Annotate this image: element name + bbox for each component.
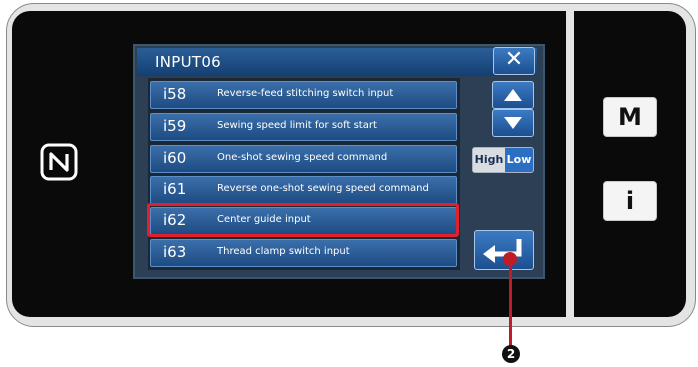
item-name: Thread clamp switch input [217, 246, 350, 257]
dialog-title: INPUT06 [155, 53, 222, 71]
list-item[interactable]: i63 Thread clamp switch input [150, 239, 457, 267]
item-name: Reverse one-shot sewing speed command [217, 183, 429, 194]
menu-button[interactable]: M [603, 97, 657, 137]
list-item[interactable]: i60 One-shot sewing speed command [150, 145, 457, 173]
item-code: i63 [163, 243, 187, 261]
scroll-down-button[interactable] [492, 109, 534, 137]
selection-highlight [147, 203, 459, 237]
side-panel [574, 11, 686, 317]
close-icon: ✕ [504, 47, 524, 72]
high-low-toggle[interactable]: High Low [472, 147, 534, 173]
list-item[interactable]: i58 Reverse-feed stitching switch input [150, 81, 457, 109]
item-name: Sewing speed limit for soft start [217, 120, 377, 131]
arrow-up-icon [504, 89, 522, 101]
item-name: Reverse-feed stitching switch input [217, 88, 394, 99]
callout-line [509, 258, 512, 350]
close-button[interactable]: ✕ [493, 47, 535, 75]
info-button[interactable]: i [603, 181, 657, 221]
item-name: One-shot sewing speed command [217, 152, 388, 163]
dialog-title-bar: INPUT06 [137, 48, 537, 76]
item-code: i58 [163, 85, 187, 103]
scroll-up-button[interactable] [492, 81, 534, 109]
nfc-icon [40, 143, 78, 181]
item-code: i61 [163, 180, 187, 198]
low-option[interactable]: Low [505, 148, 533, 172]
item-code: i60 [163, 149, 187, 167]
arrow-down-icon [504, 117, 522, 129]
callout-number: 2 [502, 345, 520, 363]
list-item[interactable]: i61 Reverse one-shot sewing speed comman… [150, 176, 457, 204]
callout-dot [503, 252, 517, 266]
high-option[interactable]: High [473, 148, 505, 172]
enter-button[interactable] [474, 230, 534, 270]
list-item[interactable]: i59 Sewing speed limit for soft start [150, 113, 457, 141]
item-code: i59 [163, 117, 187, 135]
